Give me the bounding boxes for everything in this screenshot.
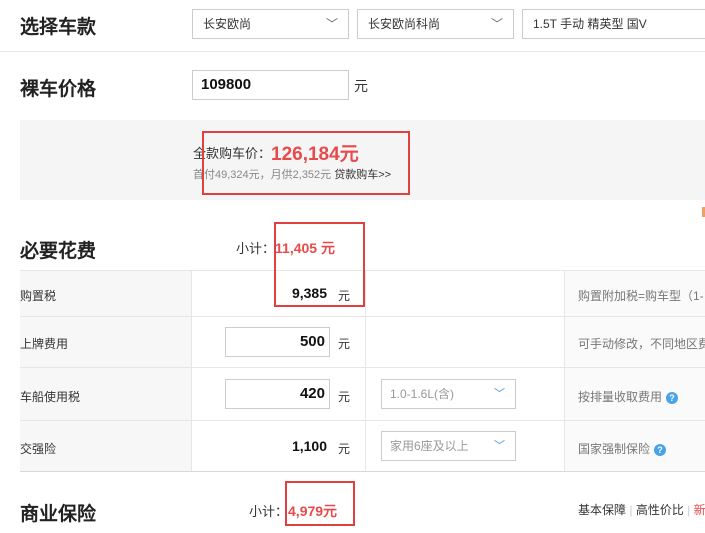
- chevron-down-icon: ﹀: [490, 17, 503, 31]
- row-label-purchase-tax: 购置税: [20, 289, 57, 303]
- bare-price-input[interactable]: 109800: [192, 70, 349, 100]
- seats-select-value: 家用6座及以上: [390, 439, 469, 453]
- purchase-tax-note: 购置附加税=购车型（1-: [578, 289, 704, 303]
- table-vline: [564, 271, 565, 471]
- bare-price-unit: 元: [354, 78, 368, 94]
- registration-fee-note: 可手动修改，不同地区费: [578, 337, 705, 351]
- table-line: [20, 367, 705, 368]
- highlight-box: [274, 222, 365, 307]
- help-icon[interactable]: ?: [654, 443, 667, 456]
- trim-select-value: 1.5T 手动 精英型 国V: [533, 17, 647, 31]
- brand-select[interactable]: 长安欧尚 ﹀: [192, 9, 349, 39]
- bare-price-value: 109800: [201, 76, 252, 93]
- divider: [0, 51, 705, 52]
- series-select[interactable]: 长安欧尚科尚 ﹀: [357, 9, 514, 39]
- insurance-subtotal-label: 小计：: [249, 504, 289, 519]
- displacement-select-value: 1.0-1.6L(含): [390, 387, 455, 401]
- chevron-down-icon: ﹀: [494, 388, 505, 400]
- vehicle-tax-note-row: 按排量收取费用?: [578, 388, 679, 405]
- row-label-compulsory-insurance: 交强险: [20, 442, 57, 456]
- registration-fee-unit: 元: [338, 337, 351, 351]
- option-value[interactable]: 高性价比: [636, 503, 684, 517]
- table-vline: [365, 271, 366, 471]
- registration-fee-input[interactable]: 500: [225, 327, 330, 357]
- commercial-insurance-title: 商业保险: [20, 504, 97, 525]
- option-basic[interactable]: 基本保障: [578, 503, 626, 517]
- seats-select[interactable]: 家用6座及以上 ﹀: [381, 431, 516, 461]
- displacement-select[interactable]: 1.0-1.6L(含) ﹀: [381, 379, 516, 409]
- series-select-value: 长安欧尚科尚: [368, 17, 441, 31]
- vehicle-tax-value: 420: [299, 385, 325, 402]
- bare-price-title: 裸车价格: [20, 79, 97, 100]
- highlight-box: [285, 481, 355, 526]
- brand-select-value: 长安欧尚: [203, 17, 252, 31]
- highlight-box: [202, 131, 410, 195]
- required-fees-title: 必要花费: [20, 241, 97, 262]
- table-line: [20, 471, 705, 472]
- row-label-vehicle-tax: 车船使用税: [20, 390, 81, 404]
- table-line: [20, 316, 705, 317]
- table-vline: [191, 271, 192, 471]
- compulsory-insurance-value: 1,100: [291, 438, 327, 454]
- insurance-options: 基本保障 | 高性价比 | 新: [578, 503, 705, 517]
- row-label-registration: 上牌费用: [20, 337, 69, 351]
- compulsory-insurance-unit: 元: [338, 442, 351, 456]
- registration-fee-value: 500: [299, 333, 325, 350]
- option-new[interactable]: 新: [694, 503, 705, 517]
- required-subtotal-label: 小计：: [236, 241, 276, 256]
- table-line: [20, 420, 705, 421]
- vehicle-tax-unit: 元: [338, 390, 351, 404]
- chevron-down-icon: ﹀: [494, 440, 505, 452]
- compulsory-insurance-note: 国家强制保险: [578, 442, 651, 456]
- vehicle-tax-input[interactable]: 420: [225, 379, 330, 409]
- chevron-down-icon: ﹀: [325, 17, 338, 31]
- help-icon[interactable]: ?: [666, 391, 679, 404]
- compulsory-insurance-note-row: 国家强制保险?: [578, 440, 667, 457]
- vehicle-tax-note: 按排量收取费用: [578, 390, 663, 404]
- trim-select[interactable]: 1.5T 手动 精英型 国V: [522, 9, 705, 39]
- select-model-title: 选择车款: [20, 17, 97, 38]
